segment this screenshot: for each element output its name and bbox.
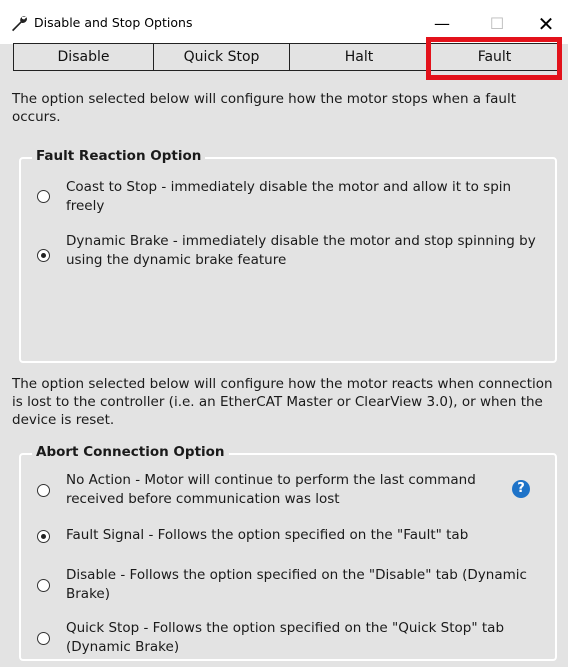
maximize-button[interactable]: ☐ xyxy=(475,8,519,40)
fault-option-coast-label: Coast to Stop - immediately disable the … xyxy=(66,179,512,214)
radio-dynamic-brake[interactable] xyxy=(37,249,50,262)
question-circle-icon[interactable]: ? xyxy=(512,480,530,498)
dialog-window: Disable and Stop Options — ☐ ✕ Disable Q… xyxy=(0,0,568,667)
radio-quick-stop[interactable] xyxy=(37,632,50,645)
radio-disable[interactable] xyxy=(37,579,50,592)
radio-fault-signal[interactable] xyxy=(37,530,50,543)
tab-halt[interactable]: Halt xyxy=(289,43,429,71)
abort-option-fault-signal-label: Fault Signal - Follows the option specif… xyxy=(66,527,469,543)
radio-no-action[interactable] xyxy=(37,484,50,497)
fault-tab-highlight xyxy=(426,37,562,80)
abort-option-disable-label: Disable - Follows the option specified o… xyxy=(66,567,527,602)
abort-option-no-action-label: No Action - Motor will continue to perfo… xyxy=(66,472,476,507)
tab-quick-stop[interactable]: Quick Stop xyxy=(153,43,290,71)
minimize-button[interactable]: — xyxy=(420,8,464,40)
tab-disable[interactable]: Disable xyxy=(13,43,154,71)
abort-connection-title: Abort Connection Option xyxy=(32,444,229,460)
fault-option-dynamic-brake-label: Dynamic Brake - immediately disable the … xyxy=(66,233,536,268)
close-button[interactable]: ✕ xyxy=(524,8,568,40)
abort-description: The option selected below will configure… xyxy=(12,376,553,428)
abort-option-quick-stop-label: Quick Stop - Follows the option specifie… xyxy=(66,620,505,655)
radio-coast-to-stop[interactable] xyxy=(37,190,50,203)
wrench-icon xyxy=(12,16,27,32)
fault-description: The option selected below will configure… xyxy=(12,91,516,125)
fault-reaction-title: Fault Reaction Option xyxy=(32,148,206,164)
window-title: Disable and Stop Options xyxy=(34,15,193,30)
